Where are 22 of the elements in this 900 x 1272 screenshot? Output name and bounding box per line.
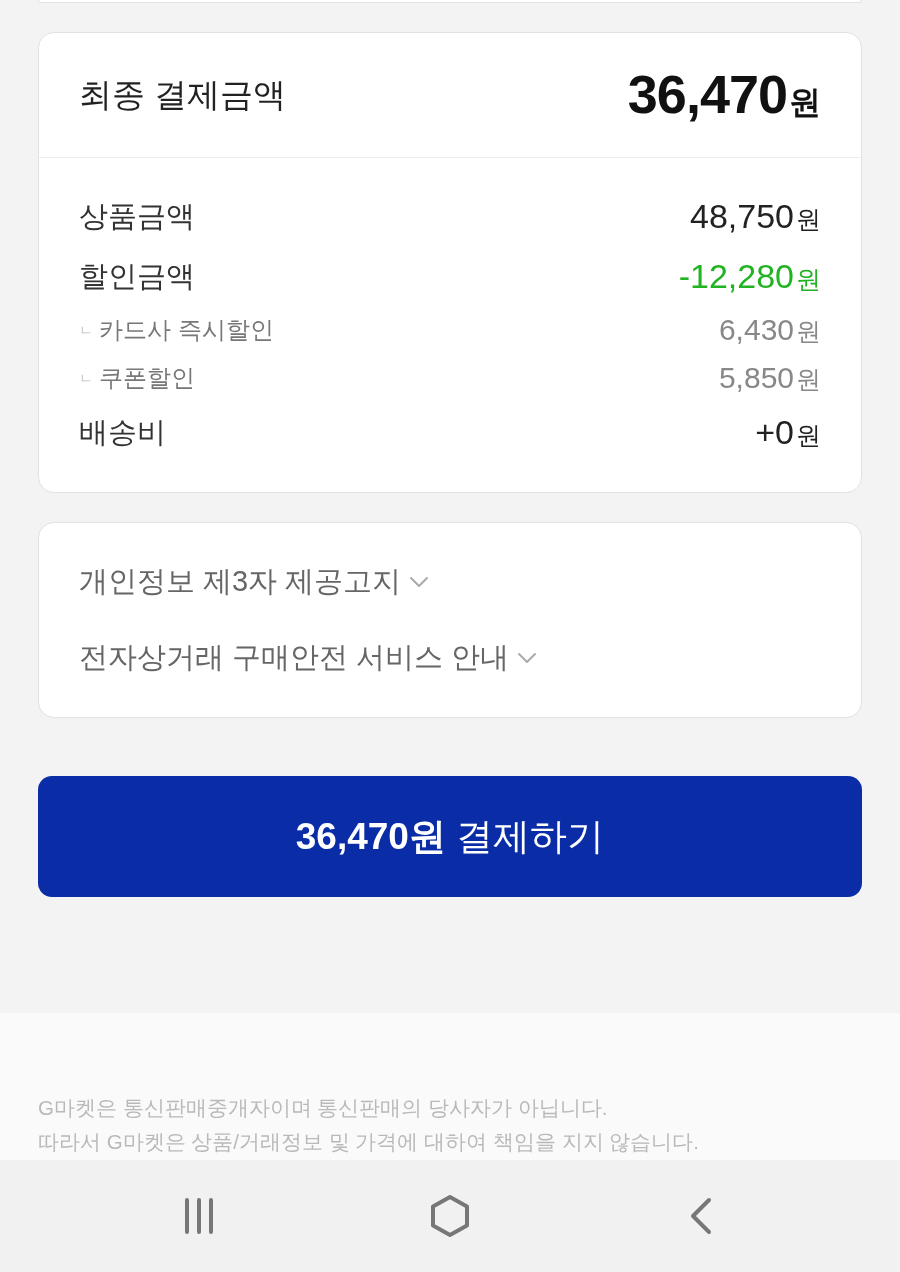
discount-detail-value: 6,430원 — [718, 312, 821, 348]
indent-mark: ㄴ — [79, 371, 93, 385]
price-label: 상품금액 — [79, 198, 195, 234]
pay-button[interactable]: 36,470원 결제하기 — [38, 776, 862, 898]
final-amount-label: 최종 결제금액 — [79, 75, 287, 115]
price-value: +0원 — [755, 411, 821, 453]
disclaimer-text: G마켓은 통신판매중개자이며 통신판매의 당사자가 아닙니다. — [38, 1095, 609, 1121]
bars-icon[interactable] — [183, 1197, 215, 1235]
price-value: 48,750원 — [690, 195, 821, 237]
indent-mark: ㄴ — [79, 323, 93, 337]
discount-detail-value: 5,850원 — [718, 360, 821, 396]
notice-toggle[interactable]: 전자상거래 구매안전 서비스 안내 — [79, 638, 538, 677]
final-amount: 36,470원 — [627, 65, 821, 125]
back-icon[interactable] — [690, 1197, 712, 1235]
discount-detail-label: 카드사 즉시할인 — [99, 315, 274, 345]
discount-value: -12,280원 — [678, 255, 821, 297]
price-label: 할인금액 — [79, 258, 195, 294]
price-label: 배송비 — [79, 414, 166, 450]
disclaimer-text: 따라서 G마켓은 상품/거래정보 및 가격에 대하여 책임을 지지 않습니다. — [38, 1129, 700, 1155]
notice-toggle[interactable]: 개인정보 제3자 제공고지 — [79, 563, 430, 601]
discount-detail-label: 쿠폰할인 — [99, 363, 195, 393]
hexagon-icon[interactable] — [430, 1194, 470, 1238]
